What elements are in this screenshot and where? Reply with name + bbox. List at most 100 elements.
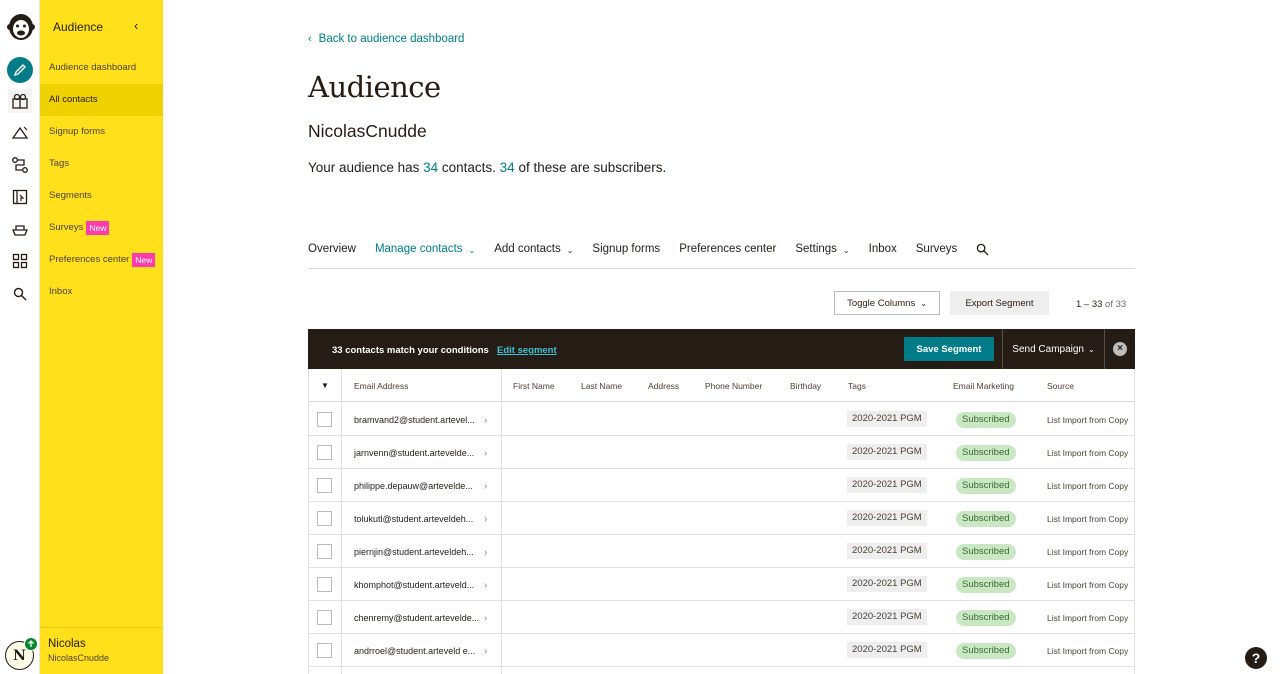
chevron-right-icon[interactable]: › xyxy=(484,580,487,591)
tag-badge: 2020-2021 PGM xyxy=(847,576,927,592)
chevron-right-icon[interactable]: › xyxy=(484,646,487,657)
help-button[interactable]: ? xyxy=(1245,647,1267,669)
chevron-right-icon[interactable]: › xyxy=(484,415,487,426)
table-row[interactable]: jarnvenn@student.artevelde... › 2020-202… xyxy=(309,436,1134,469)
sidebar-item-all-contacts[interactable]: All contacts xyxy=(40,84,163,116)
sidebar-item-label: Preferences center xyxy=(49,254,130,265)
sidebar-item-label: Inbox xyxy=(49,286,73,297)
tab-settings[interactable]: Settings ⌄ xyxy=(795,243,849,268)
upgrade-arrow-icon[interactable] xyxy=(24,637,38,651)
tab-signup-forms[interactable]: Signup forms xyxy=(592,243,660,268)
subscriber-count[interactable]: 34 xyxy=(500,160,515,175)
row-checkbox[interactable] xyxy=(317,577,332,592)
chevron-right-icon[interactable]: › xyxy=(484,613,487,624)
tab-label: Manage contacts xyxy=(374,243,463,255)
chevron-left-icon[interactable]: ‹ xyxy=(134,18,138,33)
table-row[interactable]: khomphot@student.arteveld... › 2020-2021… xyxy=(309,568,1134,601)
sidebar-item-inbox[interactable]: Inbox xyxy=(40,276,163,308)
app-root: N Audience ‹ Audience dashboard All cont… xyxy=(0,0,1280,674)
toggle-columns-button[interactable]: Toggle Columns ⌄ xyxy=(834,291,940,315)
back-link[interactable]: ‹ Back to audience dashboard xyxy=(308,33,464,45)
row-email[interactable]: jarnvenn@student.artevelde... xyxy=(354,448,474,458)
close-icon[interactable]: × xyxy=(1113,342,1127,356)
select-all-chevron-down-icon[interactable]: ▼ xyxy=(321,381,329,390)
sidebar-item-label: All contacts xyxy=(49,94,98,105)
sidebar-item-segments[interactable]: Segments xyxy=(40,180,163,212)
mailchimp-logo-icon[interactable] xyxy=(6,10,36,42)
sidebar-item-audience-dashboard[interactable]: Audience dashboard xyxy=(40,52,163,84)
edit-segment-link[interactable]: Edit segment xyxy=(497,345,557,356)
row-checkbox[interactable] xyxy=(317,445,332,460)
row-checkbox[interactable] xyxy=(317,544,332,559)
panel-title: Audience xyxy=(53,20,104,34)
col-source[interactable]: Source xyxy=(1047,381,1074,391)
row-email[interactable]: tolukutl@student.arteveldeh... xyxy=(354,514,473,524)
col-first-name[interactable]: First Name xyxy=(513,381,555,391)
chevron-right-icon[interactable]: › xyxy=(484,481,487,492)
send-campaign-button[interactable]: Send Campaign ⌄ xyxy=(1002,329,1105,369)
row-checkbox[interactable] xyxy=(317,610,332,625)
campaigns-icon[interactable] xyxy=(8,121,32,145)
tab-overview[interactable]: Overview xyxy=(308,243,356,268)
audience-icon[interactable] xyxy=(8,89,32,113)
new-badge: New xyxy=(132,253,156,267)
create-pencil-icon[interactable] xyxy=(7,57,33,83)
sidebar-item-signup-forms[interactable]: Signup forms xyxy=(40,116,163,148)
table-row[interactable]: piernjin@student.arteveldeh... › 2020-20… xyxy=(309,535,1134,568)
table-row[interactable]: tolukutl@student.arteveldeh... › 2020-20… xyxy=(309,502,1134,535)
row-email[interactable]: andrroel@student.arteveld e... xyxy=(354,646,475,656)
tab-label: Add contacts xyxy=(494,243,561,255)
sidebar-item-label: Tags xyxy=(49,158,70,169)
button-label: Export Segment xyxy=(965,297,1034,309)
sidebar-item-surveys[interactable]: Surveys New xyxy=(40,212,163,244)
col-last-name[interactable]: Last Name xyxy=(581,381,622,391)
row-checkbox[interactable] xyxy=(317,511,332,526)
automations-icon[interactable] xyxy=(8,153,32,177)
integrations-grid-icon[interactable] xyxy=(8,249,32,273)
row-email[interactable]: philippe.depauw@artevelde... xyxy=(354,481,473,491)
chevron-right-icon[interactable]: › xyxy=(484,448,487,459)
row-email[interactable]: bramvand2@student.artevel... xyxy=(354,415,475,425)
sidebar-item-tags[interactable]: Tags xyxy=(40,148,163,180)
account-menu[interactable]: Nicolas NicolasCnudde xyxy=(40,627,163,674)
segment-bar: 33 contacts match your conditions Edit s… xyxy=(308,329,1135,369)
row-source: List Import from Copy xyxy=(1047,580,1129,590)
website-icon[interactable] xyxy=(8,185,32,209)
col-tags[interactable]: Tags xyxy=(848,381,866,391)
status-badge: Subscribed xyxy=(956,643,1016,659)
table-row[interactable]: philippe.depauw@artevelde... › 2020-2021… xyxy=(309,469,1134,502)
tab-preferences-center[interactable]: Preferences center xyxy=(679,243,776,268)
content-studio-icon[interactable] xyxy=(8,217,32,241)
sidebar-item-preferences-center[interactable]: Preferences center New xyxy=(40,244,163,276)
tag-badge: 2020-2021 PGM xyxy=(847,510,927,526)
col-email-address[interactable]: Email Address xyxy=(354,381,408,391)
export-segment-button[interactable]: Export Segment xyxy=(950,291,1049,315)
tab-surveys[interactable]: Surveys xyxy=(916,243,958,268)
status-badge: Subscribed xyxy=(956,544,1016,560)
row-checkbox[interactable] xyxy=(317,643,332,658)
sidebar-item-label: Signup forms xyxy=(49,126,105,137)
chevron-right-icon[interactable]: › xyxy=(484,547,487,558)
col-email-marketing[interactable]: Email Marketing xyxy=(953,381,1014,391)
row-email[interactable]: khomphot@student.arteveld... xyxy=(354,580,474,590)
chevron-down-icon: ⌄ xyxy=(566,246,574,255)
col-address[interactable]: Address xyxy=(648,381,679,391)
save-segment-button[interactable]: Save Segment xyxy=(904,337,994,361)
col-phone-number[interactable]: Phone Number xyxy=(705,381,762,391)
tab-add-contacts[interactable]: Add contacts ⌄ xyxy=(494,243,573,268)
table-row[interactable]: andrroel@student.arteveld e... › 2020-20… xyxy=(309,634,1134,667)
col-birthday[interactable]: Birthday xyxy=(790,381,821,391)
tab-inbox[interactable]: Inbox xyxy=(869,243,897,268)
tab-search-icon[interactable] xyxy=(976,243,989,268)
row-checkbox[interactable] xyxy=(317,478,332,493)
pager-total: of 33 xyxy=(1102,299,1127,310)
row-checkbox[interactable] xyxy=(317,412,332,427)
row-email[interactable]: chenremy@student.artevelde... xyxy=(354,613,479,623)
row-email[interactable]: piernjin@student.arteveldeh... xyxy=(354,547,474,557)
contact-count[interactable]: 34 xyxy=(423,160,438,175)
table-row[interactable]: chenremy@student.artevelde... › 2020-202… xyxy=(309,601,1134,634)
chevron-right-icon[interactable]: › xyxy=(484,514,487,525)
table-row[interactable]: bramvand2@student.artevel... › 2020-2021… xyxy=(309,403,1134,436)
search-icon[interactable] xyxy=(8,282,32,306)
tab-manage-contacts[interactable]: Manage contacts ⌄ xyxy=(375,243,475,268)
